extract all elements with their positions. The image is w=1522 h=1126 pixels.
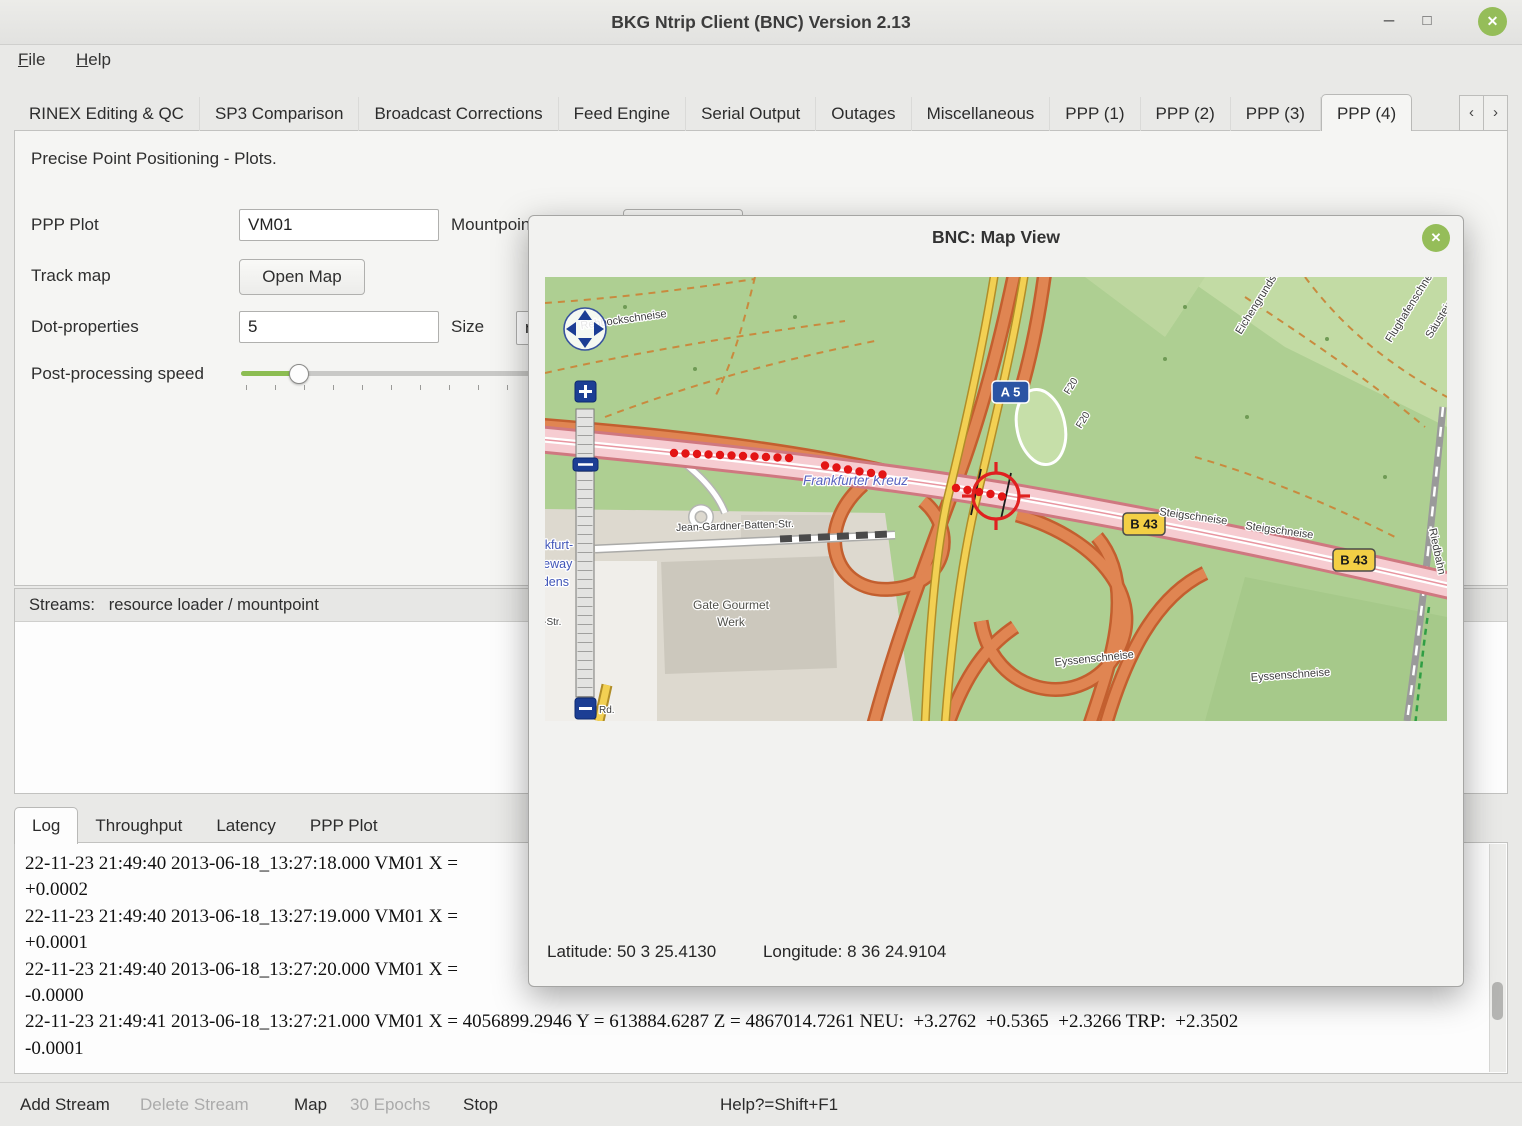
close-button[interactable]: ✕ <box>1478 7 1507 36</box>
log-scrollbar[interactable] <box>1489 844 1506 1072</box>
badge-a5-label: A 5 <box>1001 385 1021 400</box>
zoom-slider-handle[interactable] <box>573 458 598 471</box>
tab-outages[interactable]: Outages <box>816 97 911 131</box>
tab-serial-output[interactable]: Serial Output <box>686 97 816 131</box>
dot-size-input[interactable] <box>239 311 439 343</box>
label-gateway: Frankfurt- <box>545 538 573 552</box>
tab-scroll-right-icon[interactable]: › <box>1484 95 1508 131</box>
label-rd: Rd. <box>599 705 615 716</box>
label-poi: Gate Gourmet <box>693 598 770 612</box>
map-building <box>661 556 837 674</box>
log-line: -0.0001 <box>25 1036 1483 1062</box>
tab-sp3-comparison[interactable]: SP3 Comparison <box>200 97 360 131</box>
tab-ppp-3[interactable]: PPP (3) <box>1231 97 1321 131</box>
stop-button[interactable]: Stop <box>463 1083 498 1126</box>
ppp-plot-input[interactable] <box>239 209 439 241</box>
zoom-slider[interactable] <box>576 409 594 697</box>
menu-bar: File Help <box>0 44 1522 76</box>
size-label: Size <box>451 310 484 344</box>
open-map-button[interactable]: Open Map <box>239 259 365 295</box>
menu-help[interactable]: Help <box>70 44 117 76</box>
tab-latency[interactable]: Latency <box>199 809 293 843</box>
post-processing-speed-label: Post-processing speed <box>31 357 204 391</box>
tab-ppp-plot[interactable]: PPP Plot <box>293 809 395 843</box>
ppp-plot-label: PPP Plot <box>31 208 99 242</box>
speed-slider-handle[interactable] <box>289 364 309 384</box>
bottom-toolbar: Add Stream Delete Stream Map 30 Epochs S… <box>0 1082 1522 1126</box>
badge-b43-label: B 43 <box>1130 517 1157 532</box>
dialog-close-button[interactable]: ✕ <box>1422 224 1450 252</box>
label-gateway: Gardens <box>545 575 569 589</box>
epochs-button: 30 Epochs <box>350 1083 430 1126</box>
tab-ppp-1[interactable]: PPP (1) <box>1050 97 1140 131</box>
main-tab-bar: RINEX Editing & QC SP3 Comparison Broadc… <box>14 76 1456 131</box>
tab-rinex-editing[interactable]: RINEX Editing & QC <box>14 97 200 131</box>
label-rt-str: rt-Str. <box>545 617 561 628</box>
map-button[interactable]: Map <box>294 1083 327 1126</box>
badge-b43-label: B 43 <box>1340 553 1367 568</box>
maximize-button[interactable]: □ <box>1412 0 1442 44</box>
window-titlebar: BKG Ntrip Client (BNC) Version 2.13 – □ … <box>0 0 1522 45</box>
tab-broadcast-corrections[interactable]: Broadcast Corrections <box>359 97 558 131</box>
label-gateway: Gateway <box>545 557 573 571</box>
tab-scroll-left-icon[interactable]: ‹ <box>1459 95 1484 131</box>
log-tab-bar: Log Throughput Latency PPP Plot <box>14 806 395 843</box>
zoom-in-button[interactable] <box>575 381 596 402</box>
tab-scroll-buttons: ‹ › <box>1459 95 1508 131</box>
tab-log[interactable]: Log <box>14 807 78 844</box>
delete-stream-button: Delete Stream <box>140 1083 249 1126</box>
dialog-title: BNC: Map View <box>529 216 1463 260</box>
menu-file[interactable]: File <box>12 44 51 76</box>
tab-feed-engine[interactable]: Feed Engine <box>559 97 686 131</box>
label-poi: Werk <box>717 615 746 629</box>
track-map-label: Track map <box>31 259 111 293</box>
panel-description: Precise Point Positioning - Plots. <box>31 149 277 169</box>
log-scrollbar-thumb[interactable] <box>1492 982 1503 1020</box>
map-view-dialog: BNC: Map View ✕ <box>528 215 1464 987</box>
help-hint: Help?=Shift+F1 <box>720 1083 838 1126</box>
window-title: BKG Ntrip Client (BNC) Version 2.13 <box>0 0 1522 44</box>
log-line: 22-11-23 21:49:41 2013-06-18_13:27:21.00… <box>25 1009 1483 1035</box>
coordinate-status: Latitude: 50 3 25.4130 Longitude: 8 36 2… <box>547 942 988 962</box>
zoom-out-button[interactable] <box>575 698 596 719</box>
longitude-value: Longitude: 8 36 24.9104 <box>763 942 946 961</box>
add-stream-button[interactable]: Add Stream <box>20 1083 110 1126</box>
dot-properties-label: Dot-properties <box>31 310 139 344</box>
map-canvas[interactable]: A 5 B 43 B 43 Frankfurter Kreuz Jean-Gar… <box>545 277 1447 721</box>
latitude-value: Latitude: 50 3 25.4130 <box>547 942 716 961</box>
mountpoint-label: Mountpoint <box>451 208 535 242</box>
label-junction: Frankfurter Kreuz <box>803 473 908 488</box>
map-pan-control[interactable] <box>564 308 606 350</box>
minimize-button[interactable]: – <box>1374 0 1404 44</box>
tab-miscellaneous[interactable]: Miscellaneous <box>912 97 1051 131</box>
tab-ppp-2[interactable]: PPP (2) <box>1141 97 1231 131</box>
tab-throughput[interactable]: Throughput <box>78 809 199 843</box>
tab-ppp-4[interactable]: PPP (4) <box>1321 94 1412 131</box>
